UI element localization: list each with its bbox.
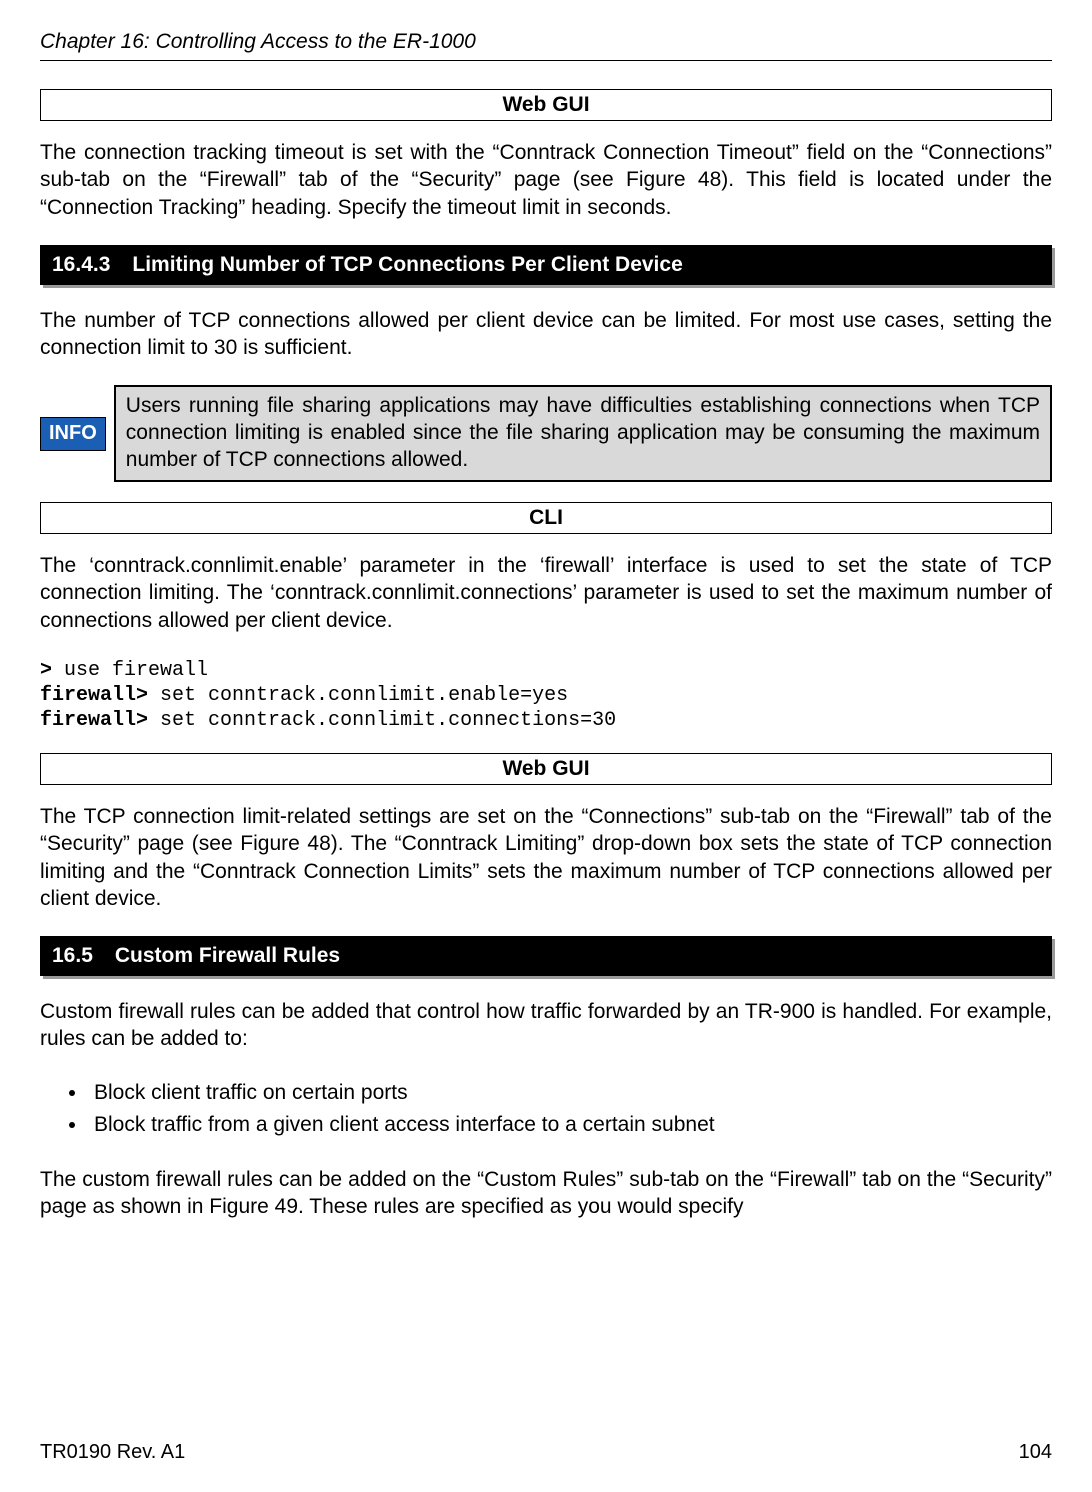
bullet-list: Block client traffic on certain ports Bl… — [88, 1077, 1052, 1142]
cli-command: set conntrack.connlimit.enable=yes — [148, 684, 568, 707]
cli-command: use firewall — [52, 659, 208, 682]
section-1643-header: 16.4.3 Limiting Number of TCP Connections… — [40, 245, 1052, 285]
list-item: Block client traffic on certain ports — [88, 1077, 1052, 1110]
webgui-header-1: Web GUI — [40, 89, 1052, 121]
section-number: 16.4.3 — [52, 253, 110, 277]
cli-prompt: firewall> — [40, 709, 148, 732]
section-165-outro: The custom firewall rules can be added o… — [40, 1166, 1052, 1221]
cli-command: set conntrack.connlimit.connections=30 — [148, 709, 616, 732]
section-title: Custom Firewall Rules — [115, 944, 340, 967]
chapter-header: Chapter 16: Controlling Access to the ER… — [40, 30, 1052, 61]
section-number: 16.5 — [52, 944, 93, 968]
cli-prompt: firewall> — [40, 684, 148, 707]
webgui-body-2: The TCP connection limit-related setting… — [40, 803, 1052, 912]
list-item: Block traffic from a given client access… — [88, 1109, 1052, 1142]
cli-body: The ‘conntrack.connlimit.enable’ paramet… — [40, 552, 1052, 634]
section-165-intro: Custom firewall rules can be added that … — [40, 998, 1052, 1053]
section-1643-intro: The number of TCP connections allowed pe… — [40, 307, 1052, 362]
footer: TR0190 Rev. A1 104 — [40, 1441, 1052, 1464]
cli-header: CLI — [40, 502, 1052, 534]
webgui-header-2: Web GUI — [40, 753, 1052, 785]
footer-right: 104 — [1019, 1441, 1052, 1464]
footer-left: TR0190 Rev. A1 — [40, 1441, 185, 1464]
info-callout: INFO Users running file sharing applicat… — [40, 385, 1052, 482]
section-title: Limiting Number of TCP Connections Per C… — [132, 253, 682, 276]
section-165-header: 16.5 Custom Firewall Rules — [40, 936, 1052, 976]
webgui-body-1: The connection tracking timeout is set w… — [40, 139, 1052, 221]
cli-prompt: > — [40, 659, 52, 682]
cli-code: > use firewall firewall> set conntrack.c… — [40, 658, 1052, 733]
info-text: Users running file sharing applications … — [114, 385, 1052, 482]
info-badge: INFO — [40, 417, 106, 451]
